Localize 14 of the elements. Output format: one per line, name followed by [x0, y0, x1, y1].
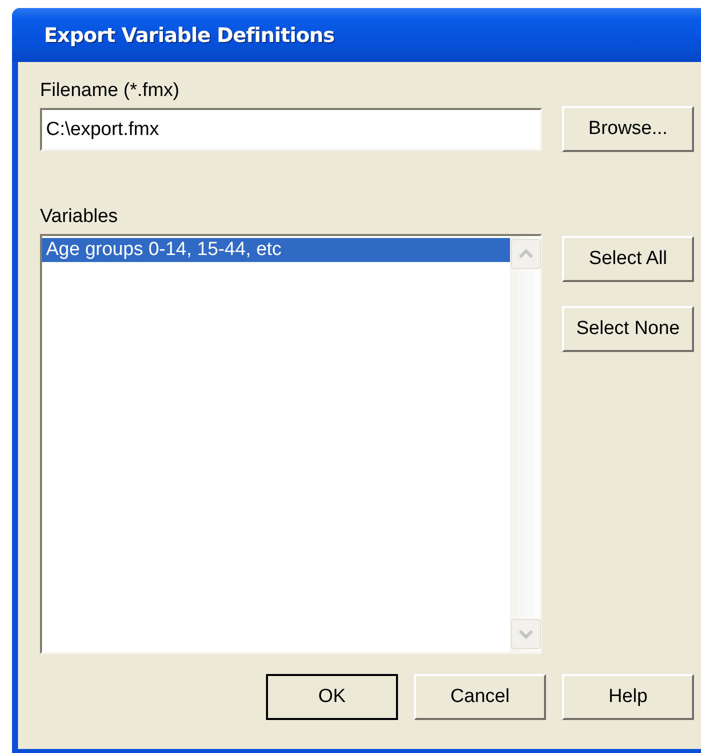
- browse-button[interactable]: Browse...: [562, 106, 694, 152]
- dialog-button[interactable]: Help: [562, 674, 694, 720]
- dialog-button[interactable]: OK: [266, 674, 398, 720]
- scroll-up-icon[interactable]: [511, 239, 541, 269]
- filename-label: Filename (*.fmx): [40, 80, 180, 102]
- list-item[interactable]: Age groups 0-14, 15-44, etc: [42, 238, 510, 262]
- variables-label: Variables: [40, 206, 118, 228]
- dialog-button[interactable]: Cancel: [414, 674, 546, 720]
- filename-field[interactable]: C:\export.fmx: [40, 108, 542, 151]
- scroll-down-icon[interactable]: [511, 619, 541, 649]
- window-title: Export Variable Definitions: [44, 23, 334, 47]
- select-none-button[interactable]: Select None: [562, 306, 694, 352]
- select-all-button[interactable]: Select All: [562, 236, 694, 282]
- scrollbar[interactable]: [510, 236, 540, 652]
